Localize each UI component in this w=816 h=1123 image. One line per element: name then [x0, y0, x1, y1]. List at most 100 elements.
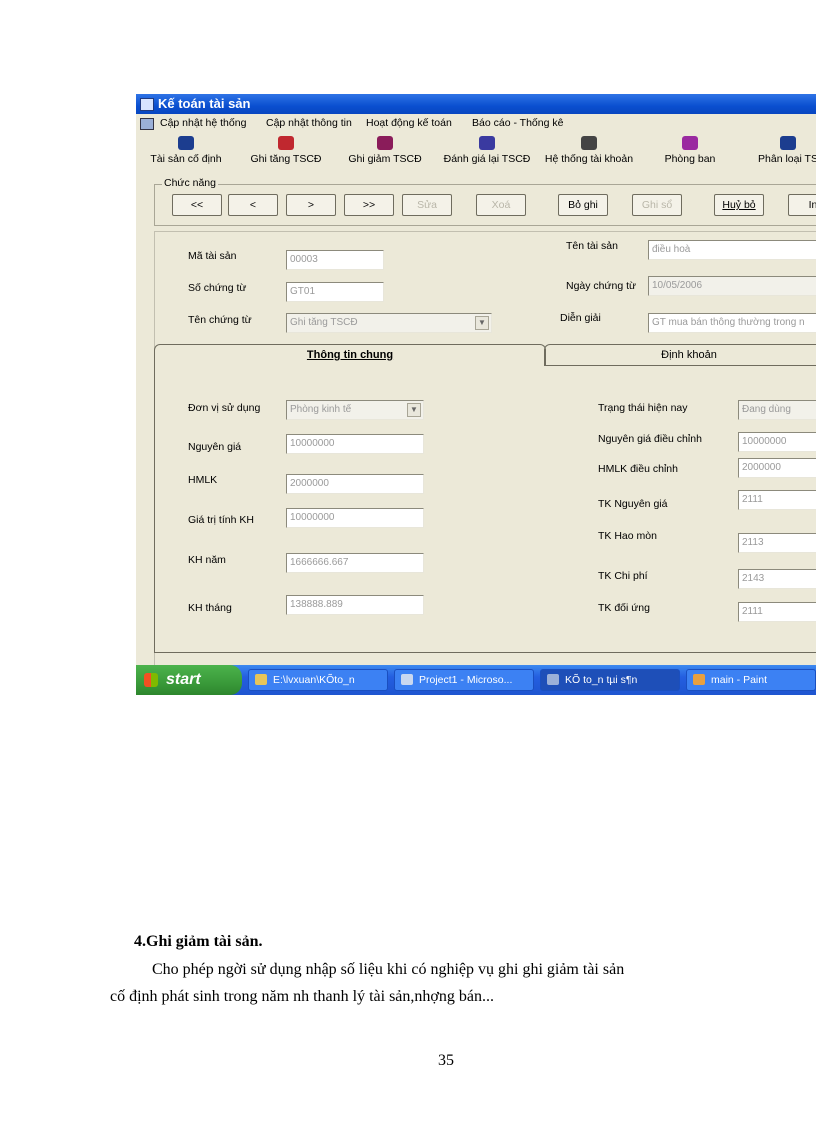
task-paint-label: main - Paint	[711, 674, 768, 686]
task-project1[interactable]: Project1 - Microso...	[394, 669, 534, 691]
functions-group-label: Chức năng	[162, 177, 218, 189]
discard-button[interactable]: Bỏ ghi	[558, 194, 608, 216]
menu-cap-nhat-thong-tin[interactable]: Cập nhật thông tin	[266, 117, 352, 129]
so-chung-tu-label: Số chứng từ	[188, 282, 247, 294]
category-icon	[780, 136, 796, 150]
hmlk-field[interactable]: 2000000	[286, 474, 424, 494]
tk-hao-mon-label: TK Hao mòn	[598, 530, 657, 542]
tk-doi-ung-field[interactable]: 2111	[738, 602, 816, 622]
windows-logo-icon	[144, 673, 158, 687]
trang-thai-label: Trạng thái hiện nay	[598, 402, 688, 414]
hmlk-dieu-chinh-field[interactable]: 2000000	[738, 458, 816, 478]
task-explorer-label: E:\lvxuan\KÕto_n	[273, 674, 355, 686]
menu-hoat-dong-ke-toan[interactable]: Hoạt động kế toán	[366, 117, 452, 129]
section-heading: 4.Ghi giảm tài sản.	[134, 933, 263, 950]
trang-thai-field[interactable]: Đang dùng	[738, 400, 816, 420]
app-icon	[140, 98, 154, 111]
nguyen-gia-dieu-chinh-field[interactable]: 10000000	[738, 432, 816, 452]
window-titlebar: Kế toán tài sản	[136, 94, 816, 114]
accounts-icon	[581, 136, 597, 150]
toolbar-ghi-tang[interactable]: Ghi tăng TSCĐ	[244, 134, 328, 170]
dien-giai-field[interactable]: GT mua bán thông thường trong n	[648, 313, 816, 333]
ngay-chung-tu-label: Ngày chứng từ	[566, 280, 637, 292]
delete-button[interactable]: Xoá	[476, 194, 526, 216]
tab-dinh-khoan-label: Định khoản	[661, 349, 717, 361]
toolbar-ghi-giam[interactable]: Ghi giảm TSCĐ	[342, 134, 428, 170]
cancel-button[interactable]: Huỷ bỏ	[714, 194, 764, 216]
edit-button[interactable]: Sửa	[402, 194, 452, 216]
tab-thong-tin-chung-label: Thông tin chung	[306, 349, 394, 361]
tk-nguyen-gia-field[interactable]: 2111	[738, 490, 816, 510]
don-vi-su-dung-value: Phòng kinh tế	[290, 404, 352, 415]
don-vi-su-dung-select[interactable]: Phòng kinh tế ▼	[286, 400, 424, 420]
tk-chi-phi-label: TK Chi phí	[598, 570, 648, 582]
toolbar-phan-loai-ts[interactable]: Phân loại TS	[748, 134, 816, 170]
window-title: Kế toán tài sản	[158, 96, 251, 111]
app-window-icon	[547, 674, 559, 685]
hmlk-dieu-chinh-label: HMLK điều chỉnh	[598, 463, 678, 475]
ma-tai-san-field[interactable]: 00003	[286, 250, 384, 270]
tab-dinh-khoan[interactable]: Định khoản	[544, 344, 816, 366]
taskbar: start E:\lvxuan\KÕto_n Project1 - Micros…	[136, 665, 816, 695]
tk-chi-phi-field[interactable]: 2143	[738, 569, 816, 589]
document-icon[interactable]	[140, 118, 154, 130]
post-button[interactable]: Ghi sổ	[632, 194, 682, 216]
paragraph-line-1: Cho phép ngời sử dụng nhập số liệu khi c…	[152, 961, 625, 978]
page-number: 35	[438, 1052, 454, 1069]
book-icon	[178, 136, 194, 150]
start-button[interactable]: start	[136, 665, 242, 695]
reduce-asset-icon	[377, 136, 393, 150]
prev-record-button[interactable]: <	[228, 194, 278, 216]
kh-thang-field[interactable]: 138888.889	[286, 595, 424, 615]
so-chung-tu-field[interactable]: GT01	[286, 282, 384, 302]
tab-thong-tin-chung[interactable]: Thông tin chung	[154, 344, 546, 366]
nguyen-gia-field[interactable]: 10000000	[286, 434, 424, 454]
paint-icon	[693, 674, 705, 685]
start-label: start	[166, 671, 201, 688]
print-button[interactable]: In	[788, 194, 816, 216]
next-record-button[interactable]: >	[286, 194, 336, 216]
ten-chung-tu-value: Ghi tăng TSCĐ	[290, 317, 358, 328]
add-asset-icon	[278, 136, 294, 150]
toolbar-danh-gia-lai[interactable]: Đánh giá lại TSCĐ	[438, 134, 536, 170]
ngay-chung-tu-field[interactable]: 10/05/2006	[648, 276, 816, 296]
hmlk-label: HMLK	[188, 474, 218, 486]
kh-nam-label: KH năm	[188, 554, 226, 566]
first-record-button[interactable]: <<	[172, 194, 222, 216]
tk-nguyen-gia-label: TK Nguyên giá	[598, 498, 668, 510]
gia-tri-tinh-kh-label: Giá trị tính KH	[188, 514, 254, 526]
nguyen-gia-dieu-chinh-label: Nguyên giá điều chỉnh	[598, 433, 702, 445]
ten-chung-tu-select[interactable]: Ghi tăng TSCĐ ▼	[286, 313, 492, 333]
ten-tai-san-label: Tên tài sản	[566, 240, 618, 252]
nguyen-gia-label: Nguyên giá	[188, 441, 242, 453]
menu-bar: Cập nhật hệ thống Cập nhật thông tin Hoạ…	[136, 114, 816, 132]
task-explorer[interactable]: E:\lvxuan\KÕto_n	[248, 669, 388, 691]
folder-icon	[255, 674, 267, 685]
chevron-down-icon[interactable]: ▼	[475, 316, 489, 330]
vb-project-icon	[401, 674, 413, 685]
ten-tai-san-field[interactable]: điều hoà	[648, 240, 816, 260]
task-paint[interactable]: main - Paint	[686, 669, 816, 691]
gia-tri-tinh-kh-field[interactable]: 10000000	[286, 508, 424, 528]
tk-hao-mon-field[interactable]: 2113	[738, 533, 816, 553]
task-ke-toan[interactable]: KÕ to_n tµi s¶n	[540, 669, 680, 691]
toolbar-he-thong-tai-khoan[interactable]: Hệ thống tài khoản	[540, 134, 638, 170]
app-screenshot: Kế toán tài sản Cập nhật hệ thống Cập nh…	[136, 94, 816, 695]
task-project1-label: Project1 - Microso...	[419, 674, 513, 686]
last-record-button[interactable]: >>	[344, 194, 394, 216]
reassess-icon	[479, 136, 495, 150]
paragraph-line-2: cố định phát sinh trong năm nh thanh lý …	[110, 988, 494, 1005]
ma-tai-san-label: Mã tài sản	[188, 250, 237, 262]
toolbar: Tài sản cố định Ghi tăng TSCĐ Ghi giảm T…	[136, 132, 816, 172]
kh-thang-label: KH tháng	[188, 602, 232, 614]
chevron-down-icon[interactable]: ▼	[407, 403, 421, 417]
department-icon	[682, 136, 698, 150]
tk-doi-ung-label: TK đối ứng	[598, 602, 650, 614]
toolbar-tai-san-co-dinh[interactable]: Tài sản cố định	[142, 134, 230, 170]
don-vi-su-dung-label: Đơn vị sử dụng	[188, 402, 261, 414]
kh-nam-field[interactable]: 1666666.667	[286, 553, 424, 573]
toolbar-phong-ban[interactable]: Phòng ban	[654, 134, 726, 170]
menu-bao-cao-thong-ke[interactable]: Báo cáo - Thống kê	[472, 117, 563, 129]
task-ke-toan-label: KÕ to_n tµi s¶n	[565, 674, 638, 686]
menu-cap-nhat-he-thong[interactable]: Cập nhật hệ thống	[160, 117, 246, 129]
